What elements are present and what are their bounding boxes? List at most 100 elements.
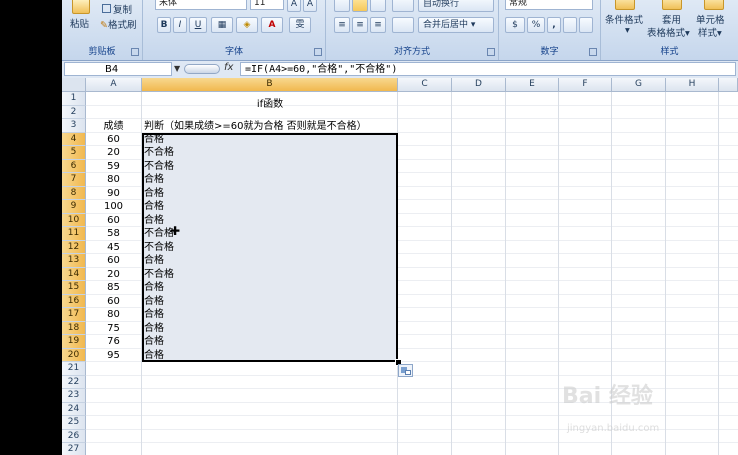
row-header-8[interactable]: 8	[62, 186, 86, 200]
score-cell[interactable]: 60	[86, 133, 141, 146]
column-header-b[interactable]: B	[142, 78, 398, 92]
column-header-d[interactable]: D	[452, 78, 506, 92]
score-cell[interactable]: 60	[86, 295, 141, 308]
formula-input[interactable]: =IF(A4>=60,"合格","不合格")	[240, 62, 736, 76]
format-painter-button[interactable]: ✎格式刷	[100, 17, 136, 31]
row-header-21[interactable]: 21	[62, 362, 86, 376]
result-cell[interactable]: 合格	[144, 335, 164, 348]
result-cell[interactable]: 不合格	[144, 268, 174, 281]
row-header-24[interactable]: 24	[62, 402, 86, 416]
italic-button[interactable]: I	[173, 17, 187, 33]
merge-center-button[interactable]: 合并后居中 ▾	[418, 17, 494, 33]
shrink-font-button[interactable]: A	[303, 0, 317, 12]
table-format-button[interactable]: 表格格式▾	[647, 25, 690, 39]
cell-styles-button-line1[interactable]: 单元格	[696, 12, 725, 26]
row-header-20[interactable]: 20	[62, 348, 86, 362]
result-cell[interactable]: 合格	[144, 281, 164, 294]
sheet-title-cell[interactable]: if函数	[142, 95, 398, 110]
paste-icon[interactable]	[72, 0, 90, 14]
font-dialog-launcher[interactable]	[314, 48, 322, 56]
paste-button[interactable]: 粘贴	[70, 16, 89, 30]
result-cell[interactable]: 合格	[144, 200, 164, 213]
row-header-19[interactable]: 19	[62, 335, 86, 349]
conditional-format-button[interactable]: 条件格式	[605, 12, 643, 26]
result-cell[interactable]: 合格	[144, 308, 164, 321]
row-header-4[interactable]: 4	[62, 132, 86, 146]
copy-button[interactable]: 复制	[102, 2, 132, 16]
result-cell[interactable]: 合格	[144, 133, 164, 146]
row-header-10[interactable]: 10	[62, 213, 86, 227]
column-header-h[interactable]: H	[666, 78, 719, 92]
currency-button[interactable]: $	[505, 17, 525, 33]
score-cell[interactable]: 60	[86, 214, 141, 227]
row-header-3[interactable]: 3	[62, 119, 86, 133]
score-cell[interactable]: 100	[86, 200, 141, 213]
score-cell[interactable]: 20	[86, 146, 141, 159]
score-cell[interactable]: 80	[86, 308, 141, 321]
formula-bar-resize-handle[interactable]	[184, 64, 220, 74]
result-cell[interactable]: 不合格	[144, 160, 174, 173]
row-header-13[interactable]: 13	[62, 254, 86, 268]
score-cell[interactable]: 95	[86, 349, 141, 362]
row-header-12[interactable]: 12	[62, 240, 86, 254]
result-cell[interactable]: 合格	[144, 214, 164, 227]
score-cell[interactable]: 58	[86, 227, 141, 240]
row-header-5[interactable]: 5	[62, 146, 86, 160]
underline-button[interactable]: U	[189, 17, 207, 33]
fill-color-button[interactable]: ◈	[236, 17, 258, 33]
select-all-corner[interactable]	[62, 78, 86, 92]
table-format-button-line1[interactable]: 套用	[662, 12, 681, 26]
row-header-23[interactable]: 23	[62, 389, 86, 403]
row-header-6[interactable]: 6	[62, 159, 86, 173]
column-header-a[interactable]: A	[86, 78, 142, 92]
row-header-18[interactable]: 18	[62, 321, 86, 335]
row-header-22[interactable]: 22	[62, 375, 86, 389]
comma-button[interactable]: ,	[547, 17, 561, 33]
name-box[interactable]: B4	[64, 62, 172, 76]
insert-function-button[interactable]: fx	[224, 62, 233, 73]
alignment-dialog-launcher[interactable]	[487, 48, 495, 56]
bottom-align-button[interactable]	[370, 0, 386, 12]
number-format-select[interactable]: 常规	[505, 0, 593, 10]
percent-button[interactable]: %	[527, 17, 545, 33]
font-name-select[interactable]: 宋体	[155, 0, 247, 10]
column-header-c[interactable]: C	[398, 78, 452, 92]
result-cell[interactable]: 合格	[144, 173, 164, 186]
score-cell[interactable]: 80	[86, 173, 141, 186]
name-box-dropdown-icon[interactable]: ▼	[174, 64, 180, 73]
middle-align-button[interactable]	[352, 0, 368, 12]
result-cell[interactable]: 合格	[144, 322, 164, 335]
selected-range-b4-b20[interactable]	[142, 133, 398, 362]
score-cell[interactable]: 75	[86, 322, 141, 335]
row-header-1[interactable]: 1	[62, 92, 86, 106]
conditional-format-dropdown-icon[interactable]: ▾	[625, 25, 630, 36]
result-cell[interactable]: 合格	[144, 254, 164, 267]
result-cell[interactable]: 合格	[144, 349, 164, 362]
align-center-button[interactable]: ≡	[352, 17, 368, 33]
row-header-2[interactable]: 2	[62, 105, 86, 119]
row-header-14[interactable]: 14	[62, 267, 86, 281]
orientation-button[interactable]	[392, 0, 414, 12]
cell-styles-button[interactable]: 样式▾	[698, 25, 722, 39]
row-header-16[interactable]: 16	[62, 294, 86, 308]
grow-font-button[interactable]: A	[287, 0, 301, 12]
header-cell-a3[interactable]: 成绩	[86, 120, 141, 133]
borders-button[interactable]: ▦	[211, 17, 233, 33]
font-size-select[interactable]: 11	[250, 0, 284, 10]
score-cell[interactable]: 59	[86, 160, 141, 173]
decrease-decimal-button[interactable]	[579, 17, 593, 33]
clipboard-dialog-launcher[interactable]	[131, 48, 139, 56]
score-cell[interactable]: 45	[86, 241, 141, 254]
row-header-15[interactable]: 15	[62, 281, 86, 295]
align-right-button[interactable]: ≡	[370, 17, 386, 33]
score-cell[interactable]: 85	[86, 281, 141, 294]
score-cell[interactable]: 20	[86, 268, 141, 281]
column-header-e[interactable]: E	[506, 78, 559, 92]
header-cell-b3[interactable]: 判断（如果成绩>=60就为合格 否则就是不合格）	[144, 120, 367, 133]
score-cell[interactable]: 60	[86, 254, 141, 267]
result-cell[interactable]: 不合格	[144, 241, 174, 254]
increase-decimal-button[interactable]	[563, 17, 577, 33]
phonetic-button[interactable]: 雯	[289, 17, 311, 33]
score-cell[interactable]: 76	[86, 335, 141, 348]
column-header-f[interactable]: F	[559, 78, 612, 92]
